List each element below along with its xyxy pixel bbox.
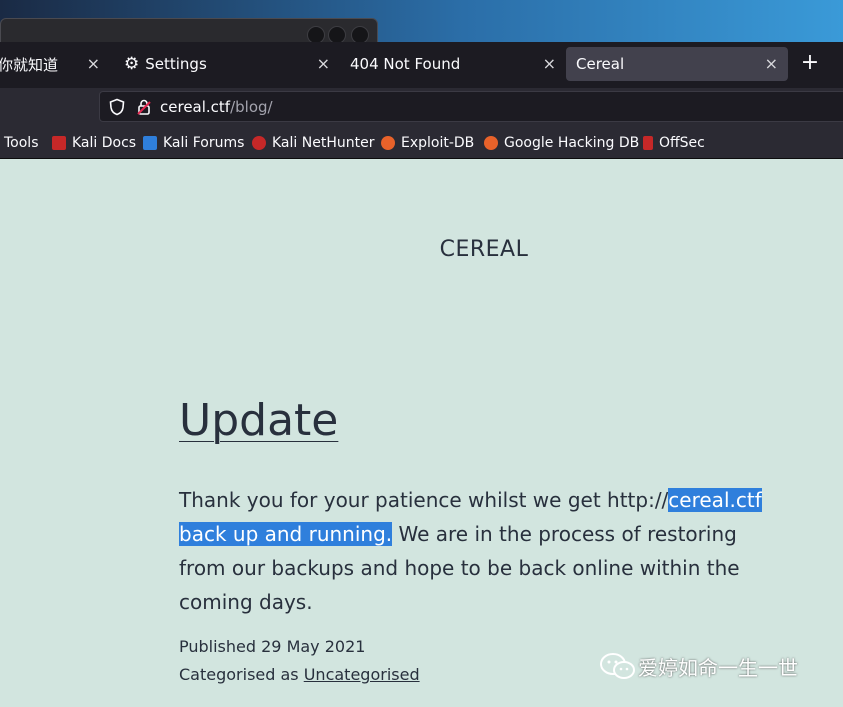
offsec-icon (643, 136, 653, 150)
bookmark-label: Kali Docs (72, 135, 137, 151)
post-category: Categorised as Uncategorised (179, 665, 420, 684)
url-host: cereal.ctf (160, 98, 231, 116)
bookmark-kali-nethunter[interactable]: Kali NetHunter (252, 133, 374, 153)
watermark-text: 爱婷如命一生一世 (638, 655, 798, 680)
tab-404[interactable]: 404 Not Found × (340, 47, 566, 81)
post-text: Thank you for your patience whilst we ge… (179, 488, 669, 512)
bookmark-exploit-db[interactable]: Exploit-DB (381, 133, 474, 153)
bookmark-kali-forums[interactable]: Kali Forums (143, 133, 244, 153)
bookmark-offsec[interactable]: OffSec (643, 133, 705, 153)
bookmark-google-hacking-db[interactable]: Google Hacking DB (484, 133, 639, 153)
google-hacking-db-icon (484, 136, 498, 150)
kali-nethunter-icon (252, 136, 266, 150)
bookmark-label: OffSec (659, 135, 705, 151)
tab-label: 你就知道 (0, 55, 59, 74)
page-content: CEREAL Update Thank you for your patienc… (0, 159, 843, 707)
bookmark-label: Kali NetHunter (272, 135, 375, 151)
shield-icon[interactable] (108, 98, 126, 116)
address-bar[interactable]: cereal.ctf/blog/ (99, 91, 843, 122)
insecure-lock-icon[interactable] (135, 98, 153, 116)
kali-docs-icon (52, 136, 66, 150)
url-path: /blog/ (230, 98, 273, 116)
bookmark-tools[interactable]: Tools (4, 133, 39, 153)
navigation-toolbar: cereal.ctf/blog/ (0, 88, 843, 126)
bookmark-label: Exploit-DB (401, 135, 475, 151)
exploit-db-icon (381, 136, 395, 150)
published-date: 29 May 2021 (261, 637, 366, 656)
bookmark-label: Kali Forums (163, 135, 245, 151)
watermark: 爱婷如命一生一世 (598, 651, 798, 681)
bookmarks-toolbar: Tools Kali Docs Kali Forums Kali NetHunt… (0, 126, 843, 159)
bookmark-label: Tools (4, 135, 39, 151)
category-link[interactable]: Uncategorised (304, 665, 420, 684)
tab-cereal[interactable]: Cereal × (566, 47, 788, 81)
tab-bar: 你就知道 × ⚙ Settings × 404 Not Found × Cere… (0, 42, 843, 88)
published-label: Published (179, 637, 257, 656)
tab-chinese[interactable]: 你就知道 × (0, 47, 110, 81)
kali-forums-icon (143, 136, 157, 150)
tab-label: Cereal (576, 55, 625, 73)
gear-icon: ⚙ (124, 54, 140, 74)
post-body: Thank you for your patience whilst we ge… (179, 483, 779, 619)
new-tab-button[interactable]: + (798, 48, 822, 78)
bookmark-label: Google Hacking DB (504, 135, 640, 151)
bookmark-kali-docs[interactable]: Kali Docs (52, 133, 136, 153)
categorised-label: Categorised as (179, 665, 299, 684)
close-icon[interactable]: × (317, 54, 330, 73)
post-published: Published 29 May 2021 (179, 637, 365, 656)
post-title-link[interactable]: Update (179, 395, 338, 446)
close-icon[interactable]: × (87, 54, 100, 73)
tab-label: Settings (145, 55, 207, 73)
site-title[interactable]: CEREAL (0, 237, 843, 262)
close-icon[interactable]: × (765, 54, 778, 73)
close-icon[interactable]: × (543, 54, 556, 73)
tab-label: 404 Not Found (350, 55, 461, 73)
url-text[interactable]: cereal.ctf/blog/ (160, 98, 273, 116)
tab-settings[interactable]: ⚙ Settings × (114, 47, 340, 81)
wechat-icon (600, 653, 635, 679)
